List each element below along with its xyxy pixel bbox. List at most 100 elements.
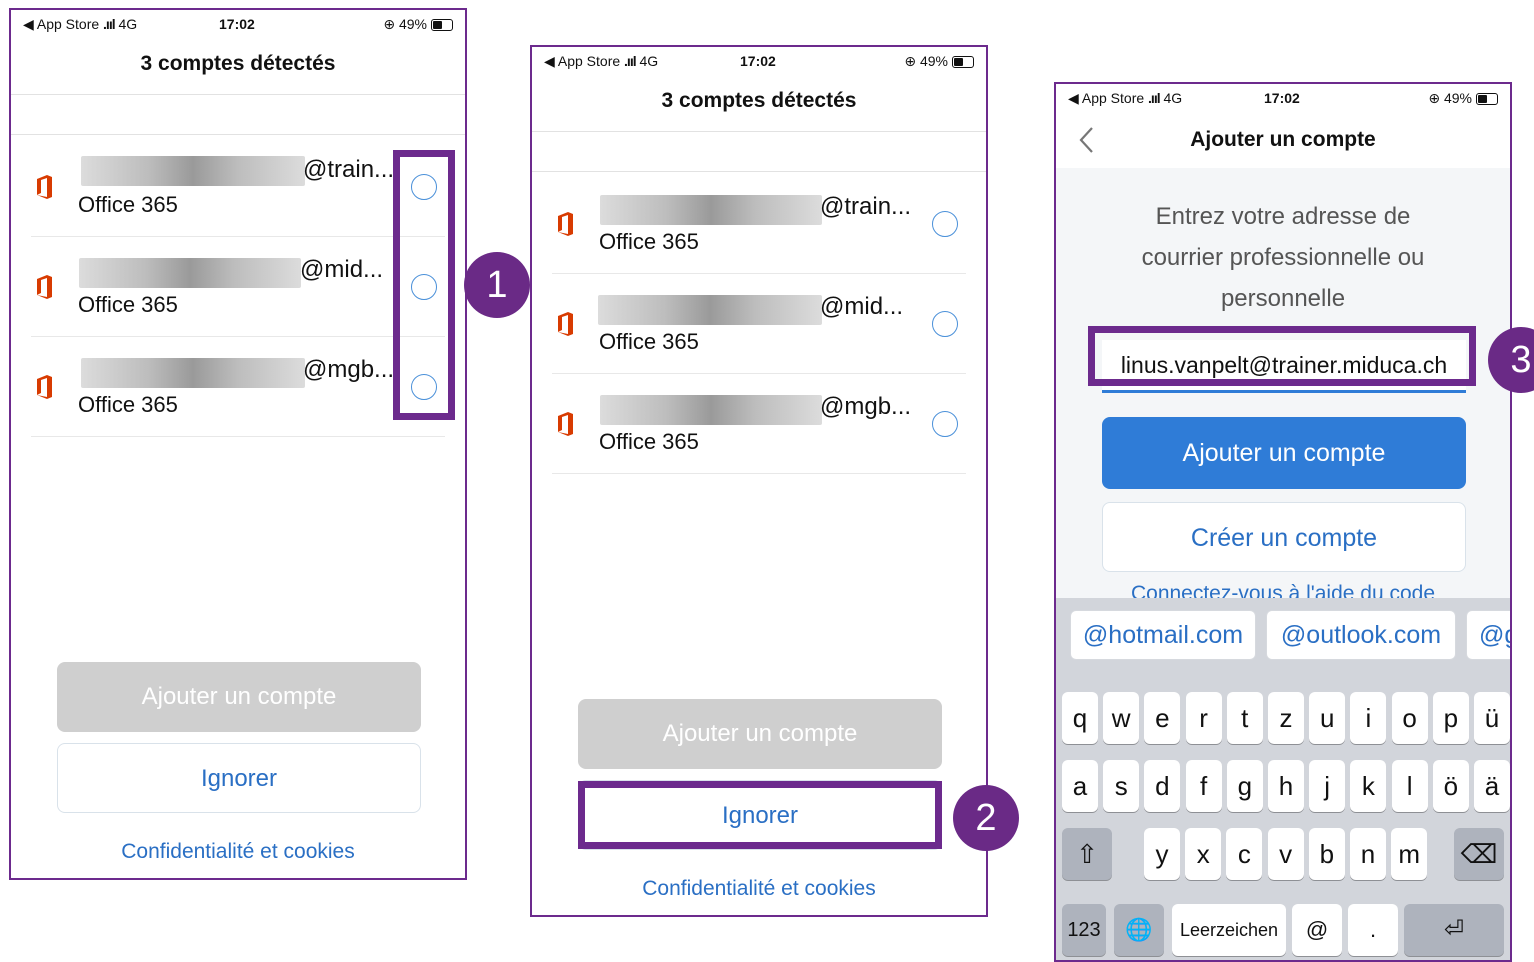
key-p[interactable]: p	[1432, 692, 1469, 744]
status-bar: ◀ App Store .ııl 4G 17:02 ⊕ 49%	[1056, 84, 1510, 114]
status-carrier: ◀ App Store .ııl 4G	[544, 53, 659, 69]
account-type: Office 365	[599, 229, 699, 254]
shift-key[interactable]: ⇧	[1062, 828, 1112, 880]
radio-button[interactable]	[932, 211, 958, 237]
status-carrier: ◀ App Store .ııl 4G	[23, 16, 138, 32]
at-key[interactable]: @	[1292, 904, 1342, 956]
battery-icon	[1476, 93, 1498, 106]
key-n[interactable]: n	[1350, 828, 1386, 880]
add-account-button[interactable]: Ajouter un compte	[578, 699, 942, 769]
key-a[interactable]: a	[1062, 760, 1098, 812]
ignore-button[interactable]: Ignorer	[57, 743, 421, 813]
account-type: Office 365	[78, 292, 178, 317]
suggestion-gmail[interactable]: @g	[1466, 610, 1510, 660]
privacy-link[interactable]: Confidentialité et cookies	[11, 840, 465, 864]
suggestion-hotmail[interactable]: @hotmail.com	[1070, 610, 1256, 660]
key-e[interactable]: e	[1144, 692, 1181, 744]
account-row[interactable]: @mgb... Office 365	[552, 373, 966, 474]
radio-button[interactable]	[932, 311, 958, 337]
redacted-username	[81, 156, 305, 186]
key-y[interactable]: y	[1144, 828, 1180, 880]
account-domain: @mid...	[820, 293, 904, 320]
highlight-radio-buttons	[393, 150, 455, 420]
office-icon	[558, 412, 573, 436]
page-title: 3 comptes détectés	[661, 89, 857, 112]
key-t[interactable]: t	[1226, 692, 1263, 744]
key-g[interactable]: g	[1226, 760, 1263, 812]
status-carrier: ◀ App Store .ııl 4G	[1068, 90, 1183, 106]
key-ü[interactable]: ü	[1474, 692, 1510, 744]
phone-screen-1: ◀ App Store .ııl 4G 17:02 ⊕ 49% 3 compte…	[9, 8, 467, 880]
key-k[interactable]: k	[1350, 760, 1387, 812]
step-badge-1: 1	[464, 252, 530, 318]
key-ö[interactable]: ö	[1432, 760, 1469, 812]
email-prompt: Entrez votre adresse de courrier profess…	[1056, 196, 1510, 319]
add-account-button[interactable]: Ajouter un compte	[1102, 417, 1466, 489]
key-c[interactable]: c	[1226, 828, 1263, 880]
prompt-line: Entrez votre adresse de	[1155, 203, 1411, 230]
key-f[interactable]: f	[1185, 760, 1222, 812]
highlight-email-field	[1088, 326, 1476, 386]
page-title: 3 comptes détectés	[140, 52, 336, 75]
divider	[532, 131, 986, 132]
globe-icon[interactable]: 🌐	[1114, 904, 1164, 956]
redacted-username	[81, 358, 305, 388]
key-m[interactable]: m	[1391, 828, 1428, 880]
carrier-text: ◀ App Store	[23, 16, 100, 32]
account-row[interactable]: @mid... Office 365	[31, 236, 445, 337]
key-u[interactable]: u	[1309, 692, 1346, 744]
carrier-text: ◀ App Store	[544, 53, 621, 69]
code-link-clip: Connectez-vous à l'aide du code	[1056, 582, 1510, 598]
create-account-button[interactable]: Créer un compte	[1102, 502, 1466, 572]
redacted-username	[600, 395, 822, 425]
battery-text: ⊕ 49%	[904, 53, 948, 69]
page-title: Ajouter un compte	[1190, 128, 1376, 151]
highlight-ignore-button	[578, 781, 942, 849]
account-type: Office 365	[599, 429, 699, 454]
status-bar: ◀ App Store .ııl 4G 17:02 ⊕ 49%	[532, 47, 986, 77]
status-bar: ◀ App Store .ııl 4G 17:02 ⊕ 49%	[11, 10, 465, 40]
suggestion-outlook[interactable]: @outlook.com	[1266, 610, 1456, 660]
add-account-button[interactable]: Ajouter un compte	[57, 662, 421, 732]
battery-text: ⊕ 49%	[1428, 90, 1472, 106]
redacted-username	[600, 195, 822, 225]
account-row[interactable]: @train... Office 365	[31, 136, 445, 237]
network-text: 4G	[639, 53, 659, 69]
prompt-line: personnelle	[1220, 285, 1346, 312]
code-signin-link[interactable]: Connectez-vous à l'aide du code	[1056, 582, 1510, 598]
keyboard: @hotmail.com @outlook.com @g qwertzuiopü…	[1056, 598, 1510, 960]
key-q[interactable]: q	[1062, 692, 1098, 744]
account-row[interactable]: @mid... Office 365	[552, 273, 966, 374]
status-time: 17:02	[1264, 90, 1300, 106]
key-r[interactable]: r	[1185, 692, 1222, 744]
key-v[interactable]: v	[1267, 828, 1304, 880]
delete-key[interactable]: ⌫	[1454, 828, 1504, 880]
space-key[interactable]: Leerzeichen	[1172, 904, 1286, 956]
privacy-link[interactable]: Confidentialité et cookies	[532, 877, 986, 901]
key-s[interactable]: s	[1103, 760, 1140, 812]
key-o[interactable]: o	[1391, 692, 1428, 744]
key-i[interactable]: i	[1350, 692, 1387, 744]
key-b[interactable]: b	[1308, 828, 1345, 880]
step-badge-2: 2	[953, 785, 1019, 851]
office-icon	[558, 212, 573, 236]
key-d[interactable]: d	[1144, 760, 1181, 812]
key-z[interactable]: z	[1268, 692, 1304, 744]
account-row[interactable]: @train... Office 365	[552, 173, 966, 274]
key-h[interactable]: h	[1268, 760, 1304, 812]
phone-screen-3: ◀ App Store .ııl 4G 17:02 ⊕ 49% Ajouter …	[1054, 82, 1512, 962]
account-domain: @train...	[303, 156, 395, 183]
return-key[interactable]: ⏎	[1404, 904, 1504, 956]
key-x[interactable]: x	[1185, 828, 1222, 880]
key-l[interactable]: l	[1391, 760, 1428, 812]
status-battery: ⊕ 49%	[1428, 90, 1498, 107]
dot-key[interactable]: .	[1348, 904, 1398, 956]
key-j[interactable]: j	[1309, 760, 1346, 812]
radio-button[interactable]	[932, 411, 958, 437]
prompt-line: courrier professionnelle ou	[1141, 244, 1425, 271]
key-w[interactable]: w	[1103, 692, 1140, 744]
account-type: Office 365	[599, 329, 699, 354]
account-row[interactable]: @mgb... Office 365	[31, 336, 445, 437]
key-ä[interactable]: ä	[1474, 760, 1510, 812]
numbers-key[interactable]: 123	[1062, 904, 1106, 956]
